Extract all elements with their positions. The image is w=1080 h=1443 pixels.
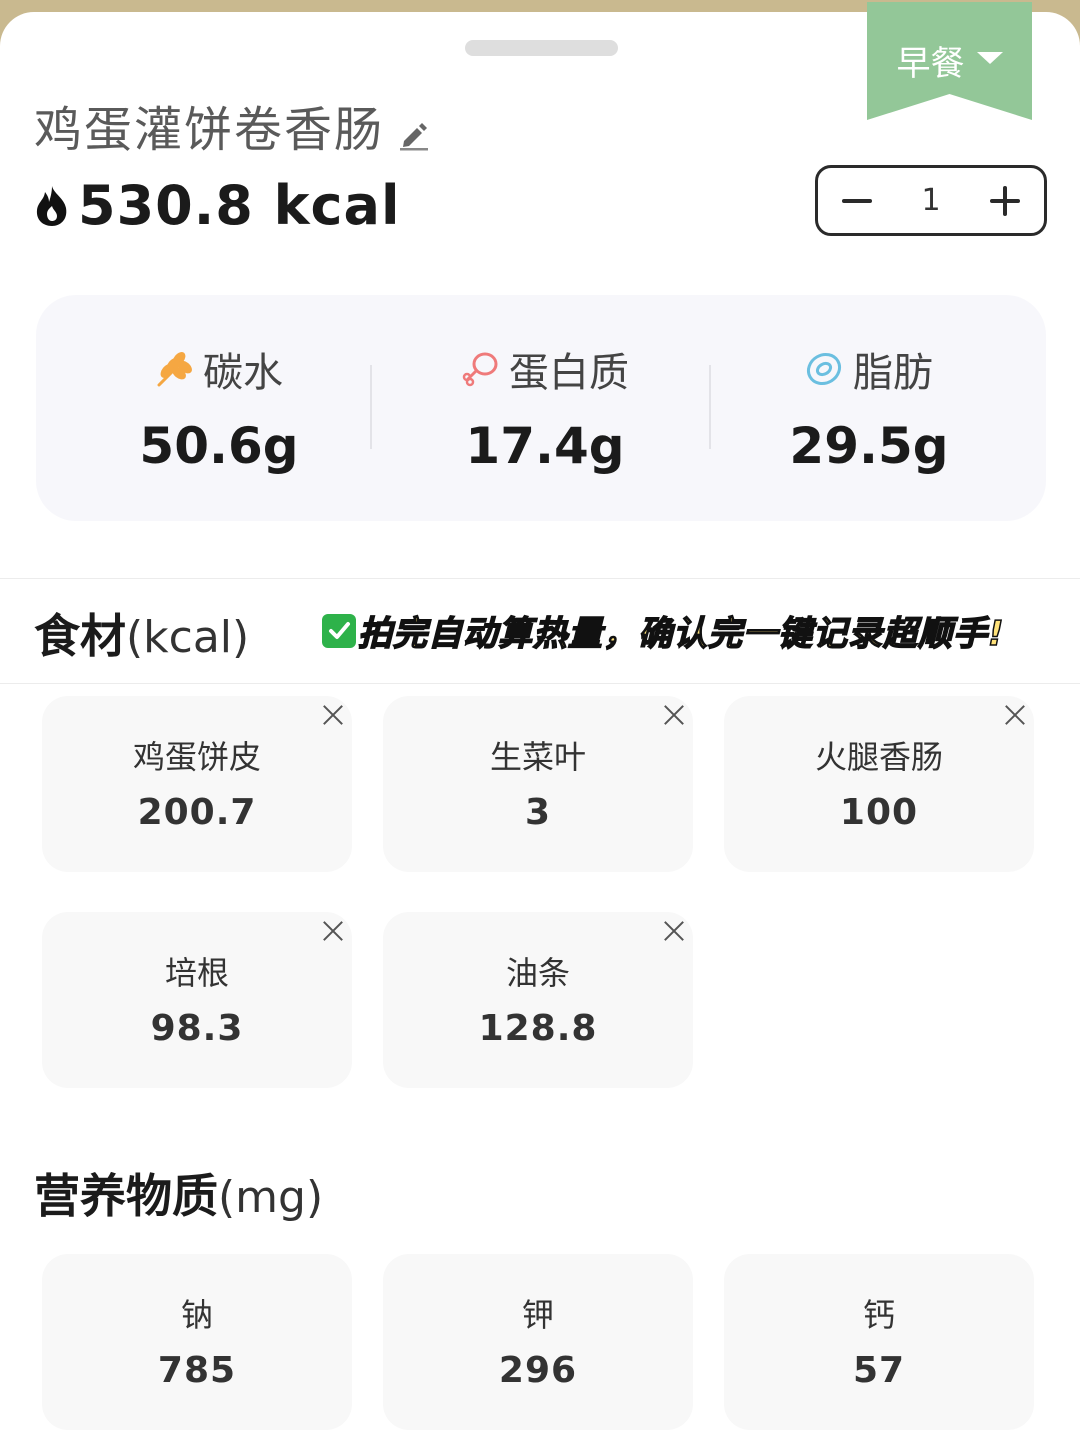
ingredient-kcal: 100 (839, 792, 919, 833)
food-title: 鸡蛋灌饼卷香肠 (34, 102, 385, 158)
ingredient-name: 火腿香肠 (814, 738, 943, 776)
nutrient-name: 钾 (521, 1296, 554, 1334)
flame-icon (36, 185, 67, 226)
drumstick-icon (462, 352, 498, 387)
pencil-icon[interactable] (398, 119, 430, 151)
checkmark-icon (322, 613, 356, 648)
nutrient-name: 钙 (862, 1296, 895, 1334)
ingredients-heading-text: 食材 (34, 609, 126, 663)
nutrient-tile: 钾 296 (383, 1254, 693, 1430)
nutrient-value: 57 (852, 1350, 906, 1391)
ingredient-kcal: 98.3 (150, 1008, 244, 1049)
meal-selector-label: 早餐 (896, 44, 965, 84)
nutrients-heading: 营养物质 (mg) (34, 1160, 323, 1226)
ingredient-tile[interactable]: 培根 98.3 (42, 912, 352, 1088)
food-title-row: 鸡蛋灌饼卷香肠 (34, 90, 430, 160)
caret-down-icon (976, 52, 1003, 64)
macro-fat-label: 脂肪 (853, 350, 933, 396)
increase-button[interactable] (986, 182, 1024, 220)
promo-text: 拍完自动算热量，确认完一键记录超顺手! (357, 613, 1005, 655)
nutrient-value: 785 (157, 1350, 237, 1391)
fat-drop-icon (806, 352, 842, 386)
macro-carbs-label: 碳水 (203, 350, 283, 396)
meal-selector[interactable]: 早餐 (867, 2, 1032, 120)
ingredient-tile[interactable]: 鸡蛋饼皮 200.7 (42, 696, 352, 872)
remove-icon[interactable] (1000, 700, 1030, 730)
ingredient-tile[interactable]: 火腿香肠 100 (724, 696, 1034, 872)
decrease-button[interactable] (838, 182, 876, 220)
quantity-value[interactable]: 1 (921, 183, 940, 218)
ingredient-tile[interactable]: 油条 128.8 (383, 912, 693, 1088)
calories-value: 530.8 kcal (78, 174, 401, 237)
drag-handle[interactable] (465, 40, 618, 56)
ingredient-name: 鸡蛋饼皮 (132, 738, 261, 776)
macro-summary-card: 碳水 50.6g 蛋白质 17.4g 脂肪 29.5g (36, 295, 1046, 521)
ingredient-name: 培根 (164, 954, 229, 992)
nutrients-heading-text: 营养物质 (34, 1169, 218, 1223)
nutrient-value: 296 (498, 1350, 578, 1391)
nutrient-name: 钠 (180, 1296, 213, 1334)
ingredients-heading: 食材 (kcal) (34, 600, 249, 666)
nutrients-heading-unit: (mg) (218, 1172, 324, 1223)
ingredient-kcal: 3 (524, 792, 552, 833)
macro-protein: 蛋白质 17.4g (375, 295, 715, 521)
macro-carbs-value: 50.6g (139, 417, 299, 475)
remove-icon[interactable] (659, 700, 689, 730)
macro-fat: 脂肪 29.5g (699, 295, 1039, 521)
nutrient-tile: 钠 785 (42, 1254, 352, 1430)
promo-banner: 拍完自动算热量，确认完一键记录超顺手! (322, 606, 1005, 655)
remove-icon[interactable] (318, 916, 348, 946)
remove-icon[interactable] (659, 916, 689, 946)
calories-row: 530.8 kcal (32, 174, 400, 237)
macro-divider (370, 365, 372, 449)
ingredient-name: 油条 (505, 954, 570, 992)
ingredient-kcal: 128.8 (478, 1008, 598, 1049)
macro-protein-label: 蛋白质 (509, 350, 629, 396)
macro-fat-value: 29.5g (789, 417, 949, 475)
remove-icon[interactable] (318, 700, 348, 730)
quantity-stepper: 1 (815, 165, 1047, 236)
ingredient-kcal: 200.7 (137, 792, 257, 833)
ingredient-tile[interactable]: 生菜叶 3 (383, 696, 693, 872)
ingredients-heading-unit: (kcal) (126, 612, 250, 663)
wheat-icon (157, 352, 192, 387)
ingredient-name: 生菜叶 (489, 738, 586, 776)
nutrient-tile: 钙 57 (724, 1254, 1034, 1430)
macro-carbs: 碳水 50.6g (49, 295, 389, 521)
macro-protein-value: 17.4g (465, 417, 625, 475)
